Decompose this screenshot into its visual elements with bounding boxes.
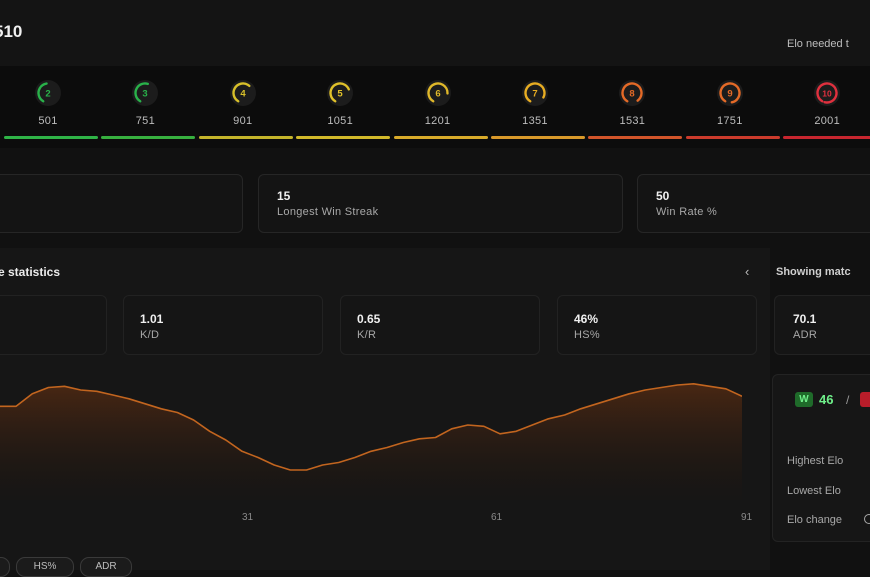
win-rate-label: Win Rate %: [656, 206, 718, 218]
level-6-badge-icon: 6: [424, 80, 451, 106]
win-rate-value: 50: [656, 189, 670, 203]
elo-history-chart: [0, 383, 742, 500]
mini-stat-hs: 46% HS%: [557, 295, 757, 355]
statistics-title: e statistics: [0, 265, 61, 279]
level-2-badge-icon: 2: [35, 80, 61, 106]
level-4-item: 4 901: [197, 66, 293, 148]
level-5-badge-icon: 5: [327, 80, 354, 106]
adr-label: ADR: [793, 329, 818, 341]
summary-card-longest-win-streak: 15 Longest Win Streak: [258, 174, 623, 233]
level-8-badge-icon: 8: [619, 80, 646, 106]
level-6-number: 6: [435, 89, 440, 100]
level-7-elo: 1351: [522, 115, 548, 127]
level-3-progress-bar: [101, 136, 196, 139]
kd-value: 1.01: [140, 312, 164, 326]
mini-stat-kd: 1.01 K/D: [123, 295, 323, 355]
highest-elo-label: Highest Elo: [787, 455, 844, 467]
back-chevron-icon[interactable]: ‹: [745, 264, 749, 279]
level-9-progress-bar: [685, 136, 780, 139]
level-9-badge-icon: 9: [716, 80, 743, 106]
level-7-progress-bar: [491, 136, 585, 139]
adr-value: 70.1: [793, 312, 817, 326]
wins-count: 46: [819, 392, 834, 407]
level-progression: 2 501 3 751 4 901 5 1051 6 1201 7 1351 8 1531 9 1751 10 2…: [0, 66, 870, 148]
showing-matches-label: Showing matc: [776, 266, 851, 278]
level-5-item: 5 1051: [294, 66, 391, 148]
kd-label: K/D: [140, 329, 160, 341]
elo-needed-label: Elo needed t: [787, 38, 849, 50]
level-5-elo: 1051: [327, 115, 354, 127]
level-7-badge-icon: 7: [522, 80, 548, 106]
kr-label: K/R: [357, 329, 377, 341]
level-4-badge-icon: 4: [229, 80, 256, 106]
mini-stat-kr: 0.65 K/R: [340, 295, 540, 355]
level-3-elo: 751: [135, 115, 156, 127]
level-2-item: 2 501: [2, 66, 98, 148]
level-9-item: 9 1751: [684, 66, 780, 148]
level-9-number: 9: [727, 89, 732, 100]
level-8-progress-bar: [588, 136, 683, 139]
level-6-item: 6 1201: [392, 66, 488, 148]
hs-label: HS%: [574, 329, 600, 341]
level-2-elo: 501: [38, 115, 58, 127]
level-6-elo: 1201: [424, 115, 451, 127]
x-tick-31: 31: [242, 512, 254, 523]
summary-card-left: [0, 174, 243, 233]
win-badge: W: [795, 392, 813, 407]
level-4-elo: 901: [233, 115, 253, 127]
chip-hs[interactable]: HS%: [16, 557, 74, 577]
elo-change-label: Elo change: [787, 514, 843, 526]
kr-value: 0.65: [357, 312, 381, 326]
level-6-progress-bar: [393, 136, 488, 139]
level-9-elo: 1751: [716, 115, 743, 127]
level-4-progress-bar: [198, 136, 293, 139]
x-tick-61: 61: [491, 512, 503, 523]
mini-stat-adr: 70.1 ADR: [774, 295, 870, 355]
level-8-number: 8: [630, 89, 635, 100]
level-3-badge-icon: 3: [132, 80, 159, 106]
longest-win-streak-label: Longest Win Streak: [277, 206, 379, 218]
level-7-item: 7 1351: [489, 66, 585, 148]
level-7-number: 7: [532, 89, 537, 100]
lowest-elo-label: Lowest Elo: [787, 485, 841, 497]
level-8-item: 8 1531: [586, 66, 683, 148]
level-10-item: 10 2001: [781, 66, 870, 148]
level-5-number: 5: [338, 89, 344, 100]
level-3-item: 3 751: [99, 66, 196, 148]
level-2-progress-bar: [4, 136, 98, 139]
mini-stat-left: [0, 295, 107, 355]
longest-win-streak-value: 15: [277, 189, 291, 203]
chip-adr[interactable]: ADR: [80, 557, 132, 577]
level-8-elo: 1531: [619, 115, 646, 127]
top-bar: [0, 0, 870, 66]
summary-card-win-rate: 50 Win Rate %: [637, 174, 870, 233]
level-3-number: 3: [143, 89, 148, 100]
info-icon[interactable]: [864, 514, 870, 524]
loss-badge: [860, 392, 870, 407]
win-loss-separator: /: [846, 393, 850, 407]
hs-value: 46%: [574, 312, 599, 326]
level-10-number: 10: [822, 89, 832, 99]
level-10-badge-icon: 10: [814, 80, 841, 106]
level-5-progress-bar: [296, 136, 391, 139]
level-2-number: 2: [45, 89, 50, 100]
current-elo-value: 510: [0, 22, 23, 41]
elo-area-fill: [0, 383, 742, 500]
level-4-number: 4: [240, 89, 246, 100]
level-10-progress-bar: [783, 136, 870, 139]
x-tick-91: 91: [741, 512, 753, 523]
level-10-elo: 2001: [814, 115, 841, 127]
